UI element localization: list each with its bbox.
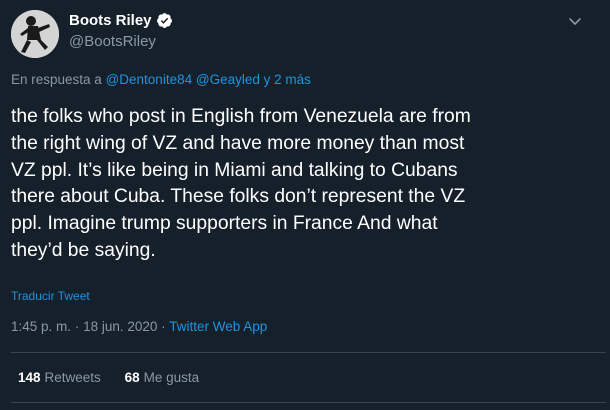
- meta-separator: ·: [74, 319, 80, 334]
- tweet-text: the folks who post in English from Venez…: [11, 104, 596, 265]
- more-mentions-link[interactable]: y 2 más: [264, 72, 311, 87]
- retweets-label: Retweets: [44, 370, 101, 385]
- mention-link[interactable]: @Dentonite84: [106, 72, 193, 87]
- avatar[interactable]: [11, 10, 59, 58]
- tweet-meta: 1:45 p. m. · 18 jun. 2020 · Twitter Web …: [11, 319, 267, 334]
- tweet-source-link[interactable]: Twitter Web App: [169, 319, 267, 334]
- tweet-stats: 148 Retweets 68 Me gusta: [18, 370, 199, 385]
- tweet-line: the right wing of VZ and have more money…: [11, 132, 465, 154]
- retweets-count: 148: [18, 370, 41, 385]
- avatar-figure: [11, 10, 59, 58]
- chevron-down-icon[interactable]: [568, 14, 582, 25]
- retweets-stat[interactable]: 148 Retweets: [18, 370, 105, 385]
- tweet-line: the folks who post in English from Venez…: [11, 106, 471, 127]
- author-name-row: Boots Riley: [69, 12, 173, 29]
- likes-count: 68: [124, 370, 140, 385]
- author-name[interactable]: Boots Riley: [69, 12, 152, 29]
- divider: [11, 352, 606, 353]
- likes-stat[interactable]: 68 Me gusta: [125, 370, 200, 385]
- tweet-line: they’d be saying.: [11, 239, 156, 261]
- reply-prefix: En respuesta a: [11, 72, 102, 87]
- tweet-line: VZ ppl. It’s like being in Miami and tal…: [11, 159, 458, 181]
- tweet-line: there about Cuba. These folks don’t repr…: [11, 186, 466, 208]
- likes-label: Me gusta: [143, 370, 200, 385]
- mention-link[interactable]: @Geayled: [196, 72, 260, 87]
- divider: [11, 402, 606, 403]
- meta-separator: ·: [161, 319, 166, 334]
- reply-context: En respuesta a @Dentonite84 @Geayled y 2…: [11, 72, 311, 87]
- tweet-date[interactable]: 18 jun. 2020: [83, 319, 157, 334]
- tweet-line: ppl. Imagine trump supporters in France …: [11, 213, 438, 235]
- tweet-time[interactable]: 1:45 p. m.: [11, 319, 71, 334]
- author-handle[interactable]: @BootsRiley: [69, 33, 156, 50]
- translate-tweet-link[interactable]: Traducir Tweet: [11, 289, 90, 303]
- verified-badge-icon: [156, 12, 173, 29]
